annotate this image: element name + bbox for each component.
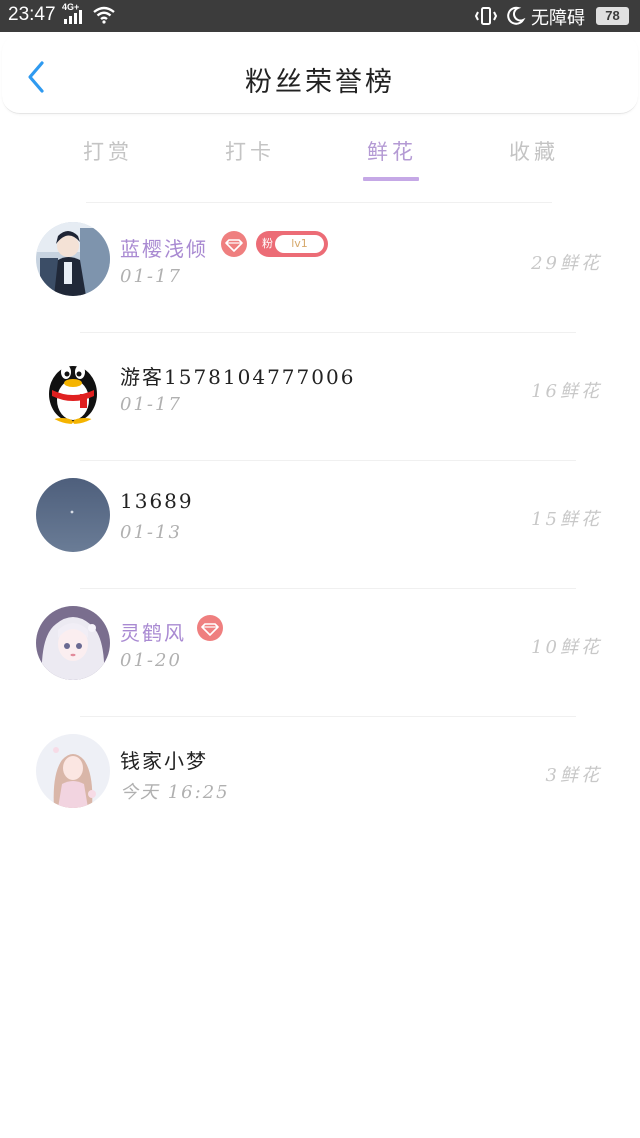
list-item[interactable]: 灵鹤风 01-20 10鲜花 <box>0 588 640 716</box>
accessibility-label: 无障碍 <box>531 8 585 29</box>
flower-count: 29鲜花 <box>531 253 602 274</box>
page-title: 粉丝荣誉榜 <box>245 67 395 98</box>
vibrate-icon <box>474 7 498 25</box>
list-item[interactable]: 13689 01-13 15鲜花 <box>0 460 640 588</box>
fan-date: 01-13 <box>120 522 182 543</box>
fan-name: 蓝樱浅倾 <box>120 237 208 261</box>
avatar <box>36 350 110 424</box>
diamond-icon <box>221 231 247 257</box>
divider <box>86 202 552 203</box>
fan-name: 13689 <box>120 489 194 513</box>
avatar <box>36 734 110 808</box>
flower-count: 16鲜花 <box>531 381 602 402</box>
active-tab-indicator <box>363 177 419 181</box>
avatar <box>36 478 110 552</box>
page-header: 粉丝荣誉榜 <box>2 34 638 114</box>
wifi-icon <box>93 6 115 24</box>
status-bar: 23:47 4G+ 无障碍 78 <box>0 0 640 32</box>
list-item[interactable]: 钱家小梦 今天 16:25 3鲜花 <box>0 716 640 844</box>
avatar <box>36 222 110 296</box>
fan-name: 钱家小梦 <box>120 749 208 773</box>
fan-date: 01-17 <box>120 266 182 287</box>
tab-reward[interactable]: 打赏 <box>58 136 158 166</box>
fan-badge-level: lv1 <box>275 235 324 253</box>
diamond-icon <box>197 615 223 641</box>
flower-count: 10鲜花 <box>531 637 602 658</box>
avatar <box>36 606 110 680</box>
tab-flowers[interactable]: 鲜花 <box>342 136 442 166</box>
do-not-disturb-icon <box>507 6 526 25</box>
fan-badge-label: 粉 <box>262 237 273 250</box>
tab-checkin[interactable]: 打卡 <box>200 136 300 166</box>
tab-favorites[interactable]: 收藏 <box>484 136 584 166</box>
list-item[interactable]: 蓝樱浅倾 粉 lv1 01-17 29鲜花 <box>0 204 640 332</box>
signal-icon <box>64 10 82 24</box>
tab-bar: 打赏 打卡 鲜花 收藏 <box>0 130 640 184</box>
fan-date: 01-17 <box>120 394 182 415</box>
list-item[interactable]: 游客1578104777006 01-17 16鲜花 <box>0 332 640 460</box>
battery-level: 78 <box>596 7 629 25</box>
flower-count: 15鲜花 <box>531 509 602 530</box>
fan-name: 游客1578104777006 <box>120 365 356 389</box>
fan-date: 今天 16:25 <box>120 782 230 803</box>
fan-date: 01-20 <box>120 650 182 671</box>
fan-name: 灵鹤风 <box>120 621 186 645</box>
flower-count: 3鲜花 <box>545 765 602 786</box>
fan-level-badge: 粉 lv1 <box>256 231 328 257</box>
status-time: 23:47 <box>8 4 56 25</box>
